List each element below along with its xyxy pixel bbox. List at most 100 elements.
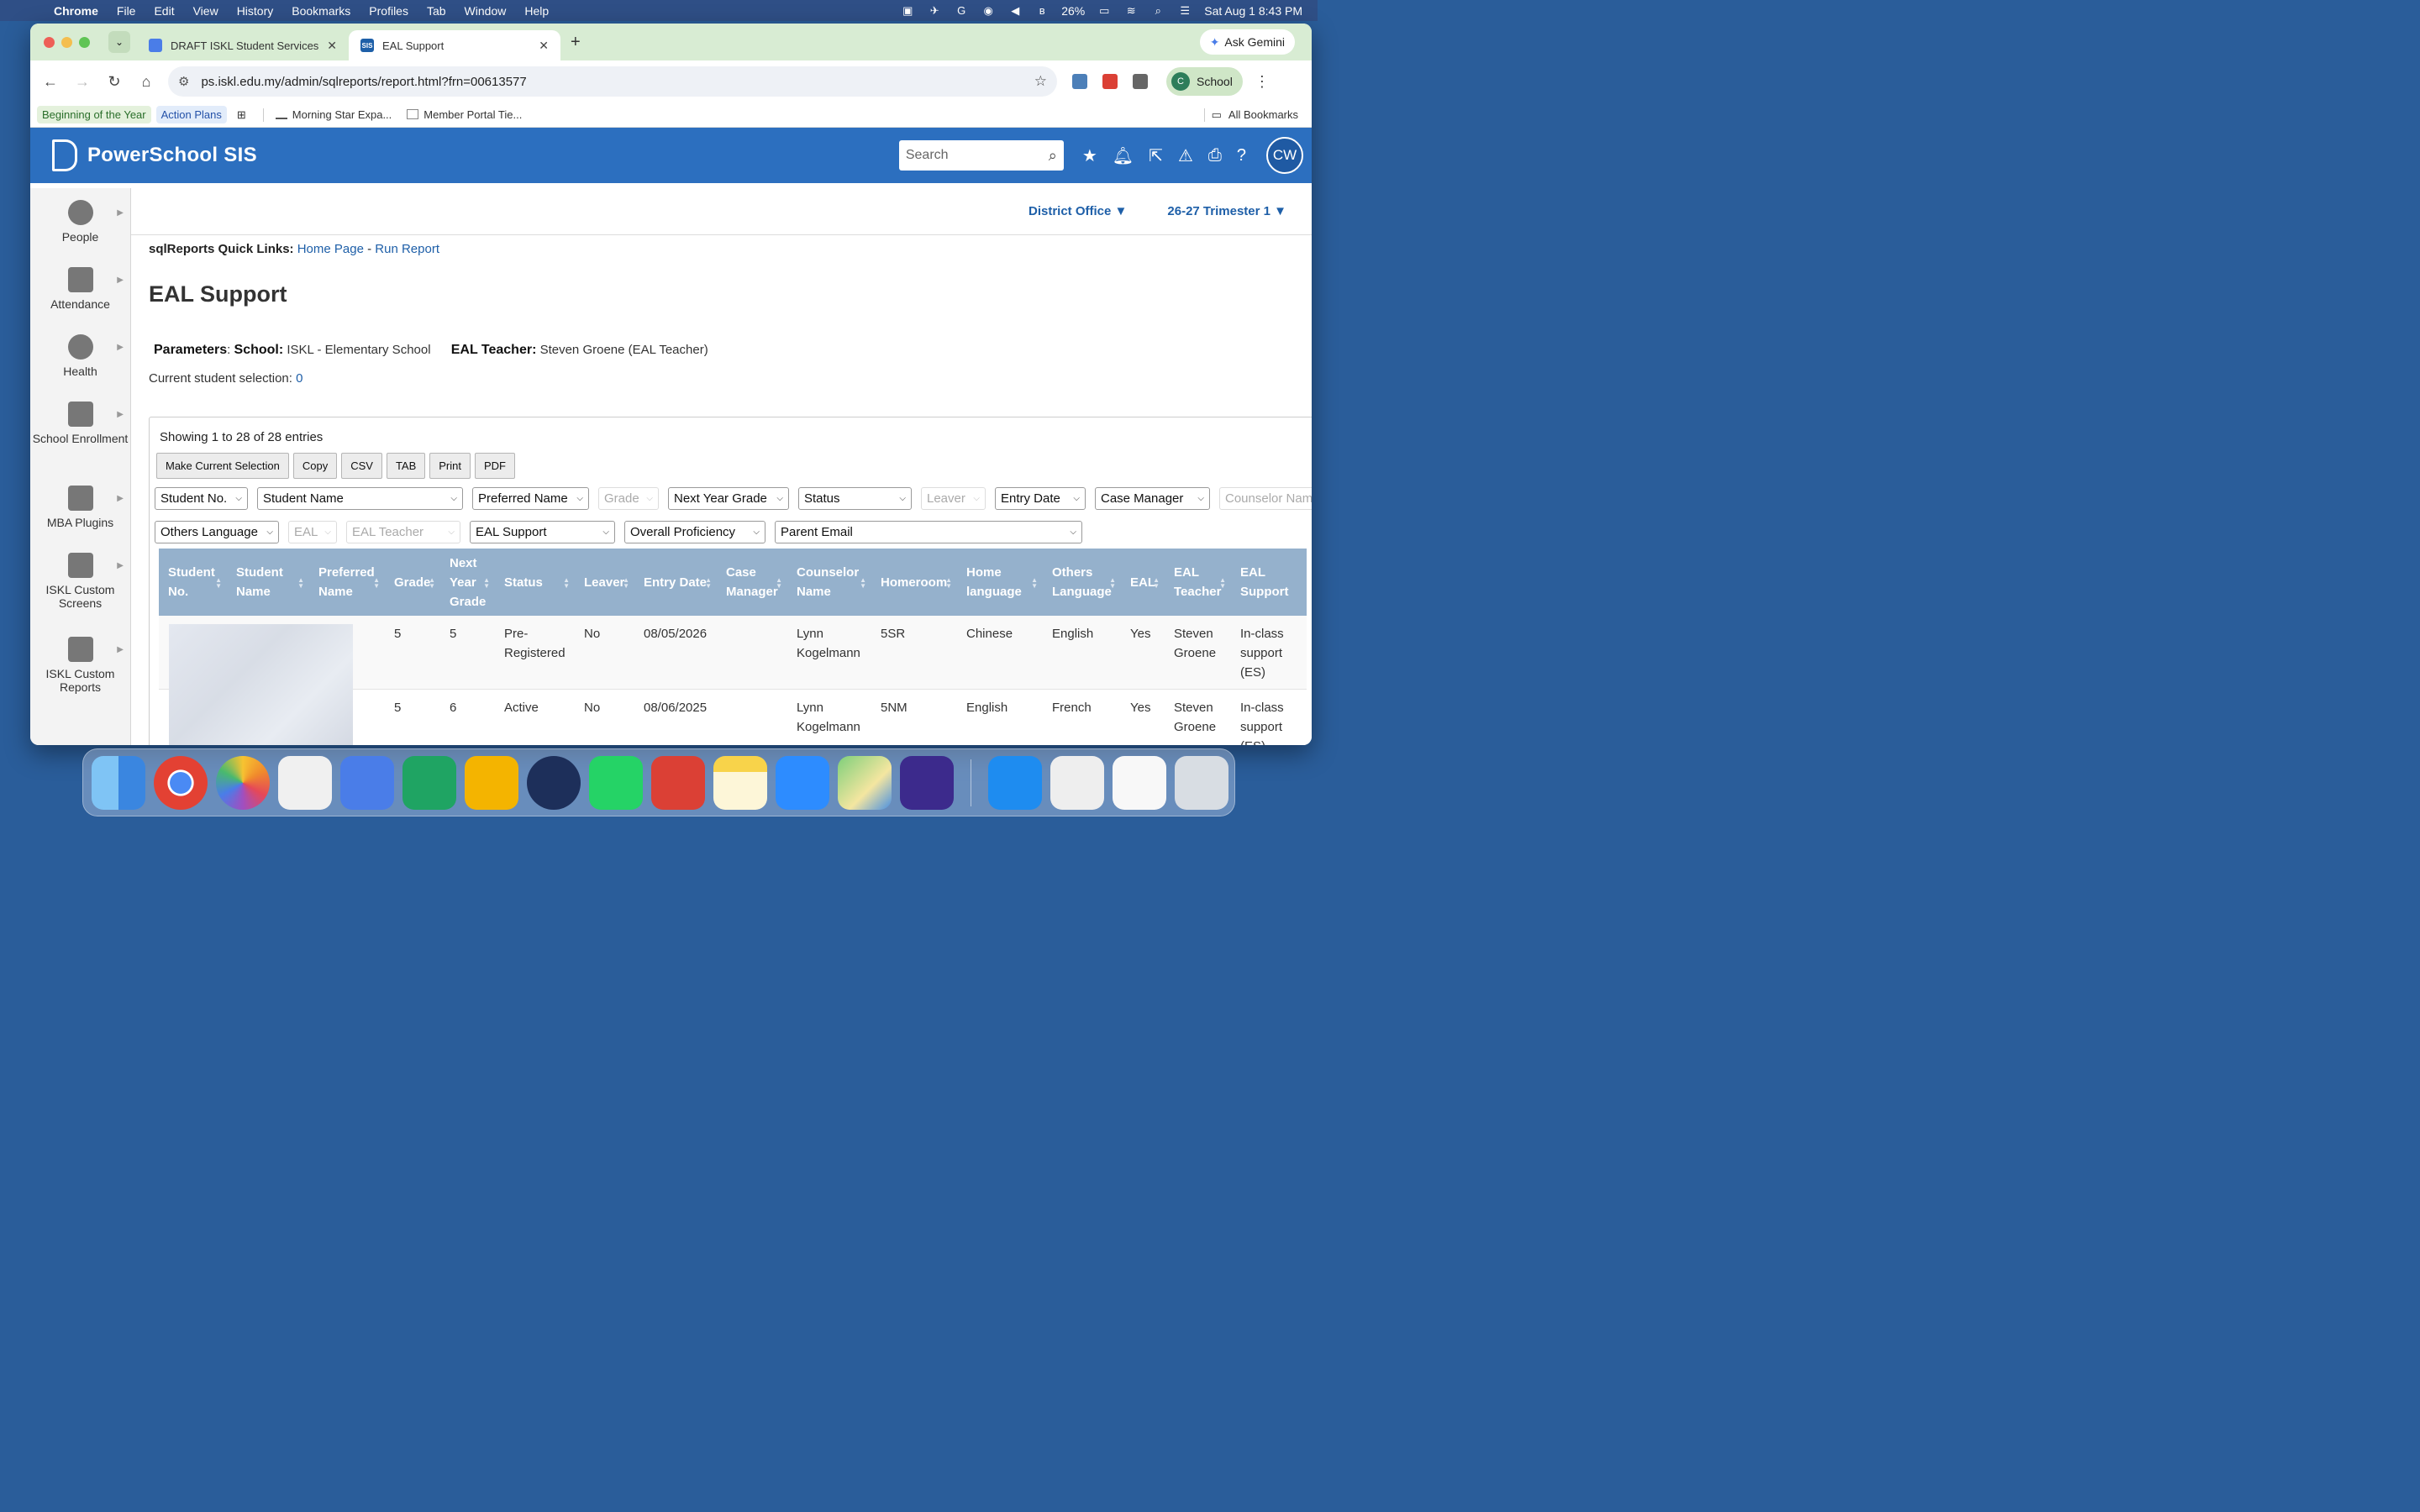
new-tab-button[interactable]: + bbox=[571, 33, 581, 52]
make-current-selection-button[interactable]: Make Current Selection bbox=[156, 453, 289, 479]
photos-icon[interactable] bbox=[216, 755, 270, 810]
filter-others-language[interactable]: Others Language ⌵ bbox=[155, 521, 279, 543]
filter-case-manager[interactable]: Case Manager ⌵ bbox=[1095, 487, 1210, 510]
col-homeroom[interactable]: Homeroom ▲ ▼ bbox=[871, 549, 957, 616]
term-selector[interactable]: 26-27 Trimester 1 ▼ bbox=[1167, 204, 1286, 218]
menu-tab[interactable]: Tab bbox=[427, 4, 446, 18]
run-report-link[interactable]: Run Report bbox=[375, 242, 439, 256]
todoist-icon[interactable] bbox=[651, 755, 705, 810]
chrome-window-thumbnail-icon[interactable] bbox=[1113, 755, 1166, 810]
bluetooth-icon[interactable]: ʙ bbox=[1034, 4, 1050, 17]
external-link-icon[interactable]: ⇱ bbox=[1149, 145, 1163, 166]
search-icon[interactable]: ⌕ bbox=[1049, 147, 1057, 165]
filter-eal-teacher[interactable]: EAL Teacher ⌵ bbox=[346, 521, 460, 543]
print-button[interactable]: Print bbox=[429, 453, 471, 479]
menu-app-name[interactable]: Chrome bbox=[54, 4, 98, 18]
maps-icon[interactable] bbox=[838, 755, 892, 810]
district-selector[interactable]: District Office ▼ bbox=[1028, 204, 1127, 218]
back-arrow-icon[interactable]: ← bbox=[39, 73, 62, 91]
filter-counselor-name[interactable]: Counselor Nam bbox=[1219, 487, 1312, 510]
powerschool-logo-icon[interactable] bbox=[52, 139, 77, 171]
minimize-window-button[interactable] bbox=[61, 36, 72, 48]
control-center-icon[interactable]: ☰ bbox=[1177, 4, 1192, 17]
bookmark-beginning-of-year[interactable]: Beginning of the Year bbox=[37, 106, 151, 123]
menu-history[interactable]: History bbox=[237, 4, 274, 18]
google-sheets-icon[interactable] bbox=[402, 755, 456, 810]
sidebar-item-mba-plugins[interactable]: MBA Plugins ▶ bbox=[30, 474, 130, 541]
col-entry-date[interactable]: Entry Date ▲ ▼ bbox=[634, 549, 717, 616]
col-grade[interactable]: Grade ▲ ▼ bbox=[385, 549, 440, 616]
whatsapp-icon[interactable] bbox=[589, 755, 643, 810]
menu-window[interactable]: Window bbox=[465, 4, 507, 18]
tab-export-button[interactable]: TAB bbox=[386, 453, 426, 479]
site-info-icon[interactable]: ⚙ bbox=[178, 74, 189, 89]
ask-gemini-button[interactable]: ✦ Ask Gemini bbox=[1199, 29, 1295, 55]
menubar-datetime[interactable]: Sat Aug 1 8:43 PM bbox=[1204, 4, 1302, 18]
sidebar-item-attendance[interactable]: Attendance ▶ bbox=[30, 255, 130, 323]
col-case-manager[interactable]: Case Manager ▲ ▼ bbox=[717, 549, 787, 616]
col-counselor-name[interactable]: Counselor Name ▲ ▼ bbox=[787, 549, 871, 616]
user-avatar[interactable]: CW bbox=[1266, 137, 1303, 174]
filter-leaver[interactable]: Leaver ⌵ bbox=[921, 487, 986, 510]
col-home-language[interactable]: Home language ▲ ▼ bbox=[957, 549, 1043, 616]
menu-file[interactable]: File bbox=[117, 4, 136, 18]
address-bar[interactable]: ⚙ ps.iskl.edu.my/admin/sqlreports/report… bbox=[168, 66, 1057, 97]
col-student-no[interactable]: Student No. ▲ ▼ bbox=[159, 549, 227, 616]
trash-icon[interactable] bbox=[1175, 755, 1228, 810]
forward-arrow-icon[interactable]: → bbox=[71, 73, 94, 91]
more-menu-icon[interactable]: ⋮ bbox=[1255, 73, 1270, 91]
col-status[interactable]: Status ▲ ▼ bbox=[495, 549, 575, 616]
menu-view[interactable]: View bbox=[193, 4, 218, 18]
col-leaver[interactable]: Leaver ▲ ▼ bbox=[575, 549, 634, 616]
bookmark-action-plans[interactable]: Action Plans bbox=[155, 106, 227, 123]
filter-student-name[interactable]: Student Name ⌵ bbox=[257, 487, 463, 510]
filter-eal-support[interactable]: EAL Support ⌵ bbox=[470, 521, 615, 543]
notifications-bell-icon[interactable]: 🔔︎ bbox=[1113, 145, 1134, 166]
bookmark-member-portal[interactable]: Member Portal Tie... bbox=[402, 106, 527, 123]
extension-upload-icon[interactable] bbox=[1072, 74, 1087, 89]
sidebar-item-people[interactable]: People ▶ bbox=[30, 188, 130, 255]
search-input[interactable]: Search ⌕ bbox=[898, 140, 1064, 171]
spotlight-search-icon[interactable]: ⌕ bbox=[1150, 4, 1165, 17]
finder-icon[interactable] bbox=[92, 755, 145, 810]
col-next-year-grade[interactable]: Next Year Grade ▲ ▼ bbox=[440, 549, 495, 616]
filter-student-no[interactable]: Student No. ⌵ bbox=[155, 487, 248, 510]
copy-button[interactable]: Copy bbox=[292, 453, 338, 479]
sidebar-item-iskl-custom-screens[interactable]: ISKL Custom Screens ▶ bbox=[30, 541, 130, 625]
google-docs-icon[interactable] bbox=[340, 755, 394, 810]
filter-next-year-grade[interactable]: Next Year Grade ⌵ bbox=[668, 487, 789, 510]
apps-grid-icon[interactable]: ⊞ bbox=[232, 106, 251, 124]
sidebar-item-health[interactable]: Health ▶ bbox=[30, 323, 130, 390]
google-slides-icon[interactable] bbox=[465, 755, 518, 810]
url-text[interactable]: ps.iskl.edu.my/admin/sqlreports/report.h… bbox=[201, 75, 526, 89]
app-title[interactable]: PowerSchool SIS bbox=[87, 144, 257, 167]
profile-button[interactable]: C School bbox=[1166, 67, 1243, 96]
col-others-language[interactable]: Others Language ▲ ▼ bbox=[1043, 549, 1121, 616]
notes-icon[interactable] bbox=[713, 755, 767, 810]
filter-grade[interactable]: Grade ⌵ bbox=[598, 487, 659, 510]
col-eal-teacher[interactable]: EAL Teacher ▲ ▼ bbox=[1165, 549, 1231, 616]
print-icon[interactable]: ⎙ bbox=[1208, 146, 1222, 165]
airplane-icon[interactable]: ✈ bbox=[927, 4, 942, 17]
screen-share-icon[interactable]: ▣ bbox=[900, 4, 915, 17]
close-tab-icon[interactable]: ✕ bbox=[539, 39, 549, 53]
tab-eal-support[interactable]: SIS EAL Support ✕ bbox=[349, 30, 560, 60]
csv-button[interactable]: CSV bbox=[341, 453, 382, 479]
keynote-presenter-icon[interactable] bbox=[278, 755, 332, 810]
reload-icon[interactable]: ↻ bbox=[103, 73, 126, 91]
app-store-icon[interactable] bbox=[988, 755, 1042, 810]
school-seal-icon[interactable] bbox=[527, 755, 581, 810]
sidebar-item-school-enrollment[interactable]: School Enrollment ▶ bbox=[30, 390, 130, 474]
home-page-link[interactable]: Home Page bbox=[297, 242, 364, 256]
favorites-star-icon[interactable]: ★ bbox=[1082, 145, 1097, 166]
battery-icon[interactable]: ▭ bbox=[1097, 4, 1112, 17]
menu-help[interactable]: Help bbox=[524, 4, 549, 18]
grammarly-icon[interactable]: G bbox=[954, 4, 969, 17]
col-preferred-name[interactable]: Preferred Name ▲ ▼ bbox=[309, 549, 385, 616]
close-window-button[interactable] bbox=[44, 36, 55, 48]
filter-entry-date[interactable]: Entry Date ⌵ bbox=[995, 487, 1086, 510]
filter-eal[interactable]: EAL ⌵ bbox=[288, 521, 337, 543]
extensions-puzzle-icon[interactable] bbox=[1133, 74, 1148, 89]
tab-draft-doc[interactable]: DRAFT ISKL Student Services ✕ bbox=[137, 30, 349, 60]
filter-status[interactable]: Status ⌵ bbox=[798, 487, 912, 510]
